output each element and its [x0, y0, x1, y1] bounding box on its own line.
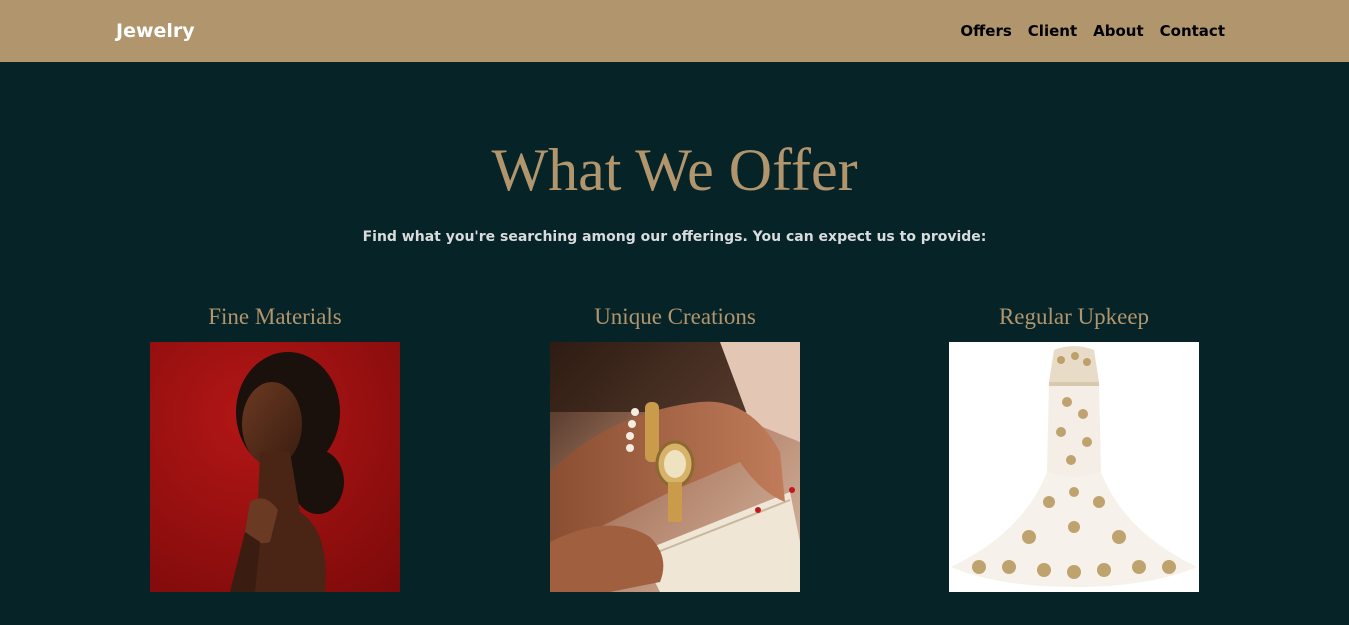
nav-link-contact[interactable]: Contact: [1160, 22, 1225, 40]
nav-links: Offers Client About Contact: [960, 22, 1225, 40]
navbar: Jewelry Offers Client About Contact: [0, 0, 1349, 62]
woman-portrait-image: [150, 342, 400, 592]
offering-title: Fine Materials: [208, 304, 342, 329]
page-title: What We Offer: [491, 137, 858, 203]
offering-card-fine-materials: Fine Materials: [150, 304, 400, 592]
nav-link-offers[interactable]: Offers: [960, 22, 1011, 40]
page-subtitle: Find what you're searching among our off…: [362, 229, 987, 245]
offering-title: Unique Creations: [594, 304, 756, 329]
offering-card-unique-creations: Unique Creations: [550, 304, 800, 592]
gold-gown-image: [949, 342, 1199, 592]
wrist-jewelry-image: [550, 342, 800, 592]
nav-link-client[interactable]: Client: [1028, 22, 1077, 40]
offering-card-regular-upkeep: Regular Upkeep: [949, 304, 1199, 592]
nav-link-about[interactable]: About: [1093, 22, 1144, 40]
offering-title: Regular Upkeep: [998, 304, 1150, 329]
brand-logo[interactable]: Jewelry: [116, 20, 195, 42]
